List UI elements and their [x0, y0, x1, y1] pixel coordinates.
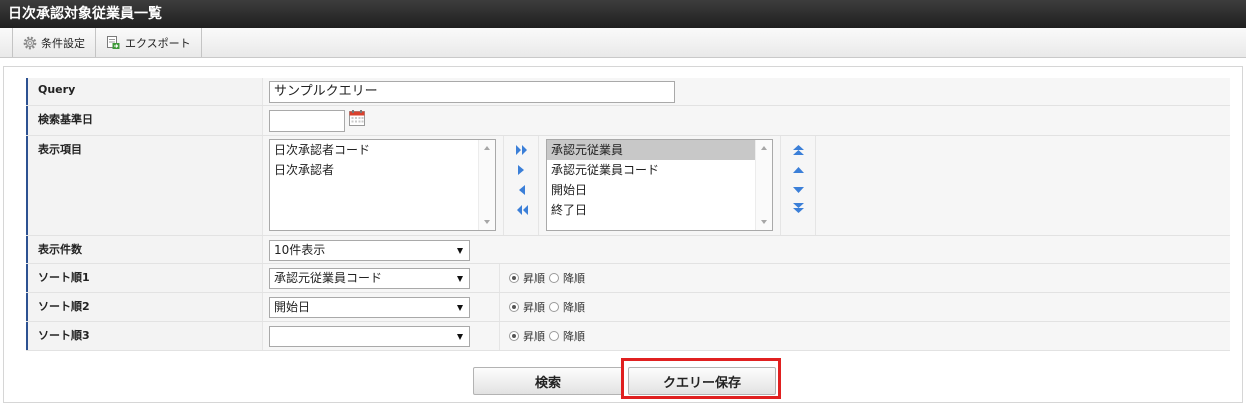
sort-desc-label-2: 降順 [563, 301, 585, 314]
chevron-down-icon [457, 276, 463, 282]
sort-desc-label-3: 降順 [563, 330, 585, 343]
sort-select-1[interactable]: 承認元従業員コード [269, 268, 470, 289]
display-items-label: 表示項目 [26, 136, 262, 235]
page-title: 日次承認対象従業員一覧 [0, 0, 1246, 28]
add-icon[interactable] [517, 164, 527, 179]
scroll-up-icon[interactable] [484, 146, 490, 150]
move-bottom-icon[interactable] [792, 202, 805, 217]
sort-row-1: ソート順1 承認元従業員コード 昇順 降順 [26, 264, 1230, 293]
sort-value-2: 開始日 [274, 300, 311, 314]
sort-asc-radio-1[interactable] [509, 273, 519, 283]
remove-icon[interactable] [517, 184, 527, 199]
list-item[interactable]: 終了日 [547, 200, 772, 220]
sort-desc-radio-3[interactable] [549, 331, 559, 341]
export-icon [106, 35, 121, 50]
sort-select-3[interactable] [269, 326, 470, 347]
sort-select-2[interactable]: 開始日 [269, 297, 470, 318]
chevron-down-icon [457, 248, 463, 254]
sort-label-3: ソート順3 [26, 322, 262, 350]
base-date-input[interactable] [269, 110, 345, 132]
display-count-label: 表示件数 [26, 236, 262, 263]
item-order-controls [780, 136, 816, 235]
chevron-down-icon [457, 305, 463, 311]
list-item[interactable]: 承認元従業員 [547, 140, 772, 160]
scrollbar[interactable] [478, 140, 495, 230]
query-input[interactable]: サンプルクエリー [269, 81, 675, 103]
export-button[interactable]: エクスポート [95, 28, 202, 57]
available-items-list[interactable]: 日次承認者コード 日次承認者 [269, 139, 496, 231]
save-query-button[interactable]: クエリー保存 [628, 367, 776, 395]
query-label: Query [26, 78, 262, 105]
search-button[interactable]: 検索 [473, 367, 623, 395]
sort-asc-label-3: 昇順 [523, 330, 545, 343]
query-row: Query サンプルクエリー [26, 78, 1230, 106]
list-item[interactable]: 開始日 [547, 180, 772, 200]
sort-desc-radio-2[interactable] [549, 302, 559, 312]
sort-order-2: 昇順 降順 [509, 299, 589, 315]
conditions-button[interactable]: 条件設定 [12, 28, 95, 57]
export-label: エクスポート [125, 36, 191, 50]
base-date-row: 検索基準日 [26, 106, 1230, 136]
add-all-icon[interactable] [515, 144, 529, 159]
list-item[interactable]: 日次承認者 [270, 160, 495, 180]
scrollbar[interactable] [755, 140, 772, 230]
remove-all-icon[interactable] [515, 204, 529, 219]
sort-asc-label-2: 昇順 [523, 301, 545, 314]
base-date-label: 検索基準日 [26, 106, 262, 135]
list-item[interactable]: 日次承認者コード [270, 140, 495, 160]
scroll-down-icon[interactable] [484, 220, 490, 224]
sort-desc-radio-1[interactable] [549, 273, 559, 283]
sort-order-3: 昇順 降順 [509, 328, 589, 344]
sort-asc-radio-2[interactable] [509, 302, 519, 312]
calendar-icon[interactable] [349, 110, 365, 129]
sort-row-2: ソート順2 開始日 昇順 降順 [26, 293, 1230, 322]
move-top-icon[interactable] [792, 144, 805, 159]
list-item[interactable]: 承認元従業員コード [547, 160, 772, 180]
sort-desc-label-1: 降順 [563, 272, 585, 285]
sort-value-1: 承認元従業員コード [274, 271, 383, 285]
display-count-select[interactable]: 10件表示 [269, 240, 470, 261]
query-form: Query サンプルクエリー 検索基準日 表示項目 日次承認者コード 日次承認者… [26, 78, 1230, 351]
sort-label-2: ソート順2 [26, 293, 262, 321]
display-count-row: 表示件数 10件表示 [26, 236, 1230, 264]
sort-label-1: ソート順1 [26, 264, 262, 292]
display-count-value: 10件表示 [274, 243, 326, 257]
move-up-icon[interactable] [792, 164, 805, 178]
sort-row-3: ソート順3 昇順 降順 [26, 322, 1230, 351]
scroll-up-icon[interactable] [761, 146, 767, 150]
item-move-controls [503, 136, 539, 235]
sort-order-1: 昇順 降順 [509, 270, 589, 286]
scroll-down-icon[interactable] [761, 220, 767, 224]
move-down-icon[interactable] [792, 184, 805, 198]
sort-asc-radio-3[interactable] [509, 331, 519, 341]
display-items-row: 表示項目 日次承認者コード 日次承認者 承認元従業員 承認元従業員コード 開始日… [26, 136, 1230, 236]
gear-icon [23, 36, 37, 50]
conditions-label: 条件設定 [41, 36, 85, 50]
search-panel: Query サンプルクエリー 検索基準日 表示項目 日次承認者コード 日次承認者… [3, 66, 1243, 403]
selected-items-list[interactable]: 承認元従業員 承認元従業員コード 開始日 終了日 [546, 139, 773, 231]
toolbar: 条件設定 エクスポート [0, 28, 1246, 58]
chevron-down-icon [457, 334, 463, 340]
sort-asc-label-1: 昇順 [523, 272, 545, 285]
